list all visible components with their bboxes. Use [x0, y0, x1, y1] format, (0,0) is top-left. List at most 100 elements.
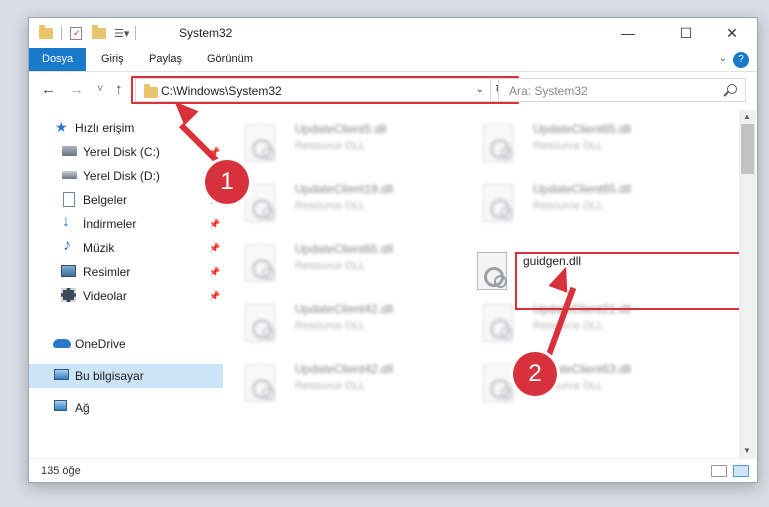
toolbar-separator [61, 26, 62, 40]
properties-icon[interactable]: ✓ [70, 26, 82, 40]
search-input[interactable]: Ara: System32 [498, 78, 746, 102]
file-description: Resource DLL [533, 320, 604, 332]
list-item[interactable]: UpdateClient5.dll Resource DLL [225, 118, 455, 172]
cloud-icon [53, 339, 71, 348]
sidebar-item-documents[interactable]: Belgeler 📌 [29, 188, 223, 212]
ribbon-expand-icon[interactable]: ⌄ [719, 53, 727, 64]
tab-share[interactable]: Paylaş [149, 48, 182, 71]
sidebar-item-disk-c[interactable]: Yerel Disk (C:) 📌 [29, 140, 223, 164]
file-description: Resource DLL [533, 200, 604, 212]
sidebar-item-this-pc[interactable]: Bu bilgisayar [29, 364, 223, 388]
network-icon [54, 400, 67, 411]
help-icon[interactable]: ? [733, 52, 749, 68]
scroll-up-icon[interactable]: ▲ [743, 112, 751, 121]
sidebar-item-onedrive[interactable]: OneDrive [29, 332, 223, 356]
file-highlight-box [515, 252, 739, 310]
window-title: System32 [179, 26, 233, 40]
pin-icon[interactable]: 📌 [209, 219, 220, 230]
dll-file-icon [483, 364, 513, 402]
title-bar: ✓ ☰▾ System32 — ☐ ✕ [29, 18, 757, 48]
scrollbar-thumb[interactable] [741, 124, 754, 174]
list-item[interactable]: UpdateClient42.dll Resource DLL [225, 358, 455, 412]
minimize-button[interactable]: — [605, 18, 651, 48]
sidebar-item-disk-d[interactable]: Yerel Disk (D:) 📌 [29, 164, 223, 188]
tab-home[interactable]: Giriş [101, 48, 124, 71]
list-item[interactable]: UpdateClient63.dll Resource DLL [463, 358, 693, 412]
sidebar-item-label: Yerel Disk (C:) [83, 145, 160, 159]
list-item[interactable]: UpdateClient65.dll Resource DLL [463, 118, 693, 172]
search-placeholder: Ara: System32 [509, 84, 588, 98]
navigation-bar: ← → ˅ ↑ C:\Windows\System32 ⌄ ↻ Ara: Sys… [29, 72, 757, 110]
documents-icon [63, 192, 75, 207]
star-icon: ★ [55, 119, 68, 135]
file-description: Resource DLL [295, 260, 366, 272]
file-name: UpdateClient5.dll [295, 122, 387, 136]
list-item[interactable]: UpdateClient65.dll Resource DLL [225, 238, 455, 292]
list-item[interactable]: UpdateClient65.dll Resource DLL [463, 178, 693, 232]
large-icons-view-icon[interactable] [733, 465, 749, 477]
maximize-button[interactable]: ☐ [663, 18, 709, 48]
drive-icon [62, 146, 77, 156]
scroll-down-icon[interactable]: ▼ [743, 446, 751, 455]
tab-view[interactable]: Görünüm [207, 48, 253, 71]
file-description: Resource DLL [295, 380, 366, 392]
pin-icon[interactable]: 📌 [209, 243, 220, 254]
file-name: UpdateClient19.dll [295, 182, 394, 196]
file-list: UpdateClient5.dll Resource DLL UpdateCli… [225, 110, 739, 458]
new-folder-icon[interactable] [92, 24, 106, 39]
quick-access-toolbar: ✓ ☰▾ [39, 24, 137, 42]
recent-locations-button[interactable]: ˅ [97, 83, 103, 95]
up-button[interactable]: ↑ [115, 81, 123, 98]
sidebar-item-label: Müzik [83, 241, 115, 255]
sidebar-item-label: Hızlı erişim [75, 121, 135, 135]
sidebar-item-music[interactable]: ♪ Müzik 📌 [29, 236, 223, 260]
file-name: UpdateClient42.dll [295, 302, 394, 316]
sidebar-item-label: Belgeler [83, 193, 128, 207]
list-item[interactable]: UpdateClient42.dll Resource DLL [225, 298, 455, 352]
sidebar-item-videos[interactable]: Videolar 📌 [29, 284, 223, 308]
pin-icon[interactable]: 📌 [209, 267, 220, 278]
dll-file-icon [245, 244, 275, 282]
address-highlight-box [131, 76, 519, 104]
toolbar-separator [135, 26, 137, 40]
step-badge-1: 1 [205, 160, 249, 204]
sidebar-item-label: İndirmeler [83, 217, 137, 231]
file-description: Resource DLL [533, 140, 604, 152]
file-name: UpdateClient42.dll [295, 362, 394, 376]
item-count: 135 öğe [41, 465, 81, 477]
videos-icon [61, 288, 76, 302]
sidebar-item-label: Resimler [83, 265, 131, 279]
close-button[interactable]: ✕ [709, 18, 755, 48]
dll-file-icon [245, 184, 275, 222]
back-button[interactable]: ← [41, 81, 56, 98]
status-bar: 135 öğe [29, 458, 757, 484]
vertical-scrollbar[interactable]: ▲ ▼ [739, 110, 756, 458]
list-item[interactable]: UpdateClient19.dll Resource DLL [225, 178, 455, 232]
sidebar-item-downloads[interactable]: ↓ İndirmeler 📌 [29, 212, 223, 236]
tab-file[interactable]: Dosya [29, 48, 87, 71]
customize-icon[interactable]: ☰▾ [114, 27, 129, 40]
dll-file-icon [245, 124, 275, 162]
file-name: UpdateClient65.dll [533, 122, 632, 136]
computer-icon [54, 369, 69, 380]
sidebar-item-pictures[interactable]: Resimler 📌 [29, 260, 223, 284]
dll-file-icon [483, 124, 513, 162]
file-name: UpdateClient65.dll [295, 242, 394, 256]
search-icon [727, 84, 737, 94]
dll-file-icon [477, 252, 507, 290]
file-description: Resource DLL [295, 320, 366, 332]
sidebar-item-label: Bu bilgisayar [75, 369, 144, 383]
dll-file-icon [245, 304, 275, 342]
details-view-icon[interactable] [711, 465, 727, 477]
pictures-icon [61, 265, 76, 277]
pin-icon[interactable]: 📌 [209, 291, 220, 302]
navigation-pane: ★ Hızlı erişim Yerel Disk (C:) 📌 Yerel D… [29, 110, 223, 458]
drive-icon [62, 171, 77, 179]
step-badge-2: 2 [513, 352, 557, 396]
forward-button[interactable]: → [69, 81, 84, 98]
explorer-window: ✓ ☰▾ System32 — ☐ ✕ Dosya Giriş Paylaş G… [28, 17, 758, 483]
dll-file-icon [483, 304, 513, 342]
file-description: Resource DLL [295, 140, 366, 152]
ribbon-tabs: Dosya Giriş Paylaş Görünüm ⌄ ? [29, 48, 757, 72]
sidebar-item-network[interactable]: Ağ [29, 396, 223, 420]
